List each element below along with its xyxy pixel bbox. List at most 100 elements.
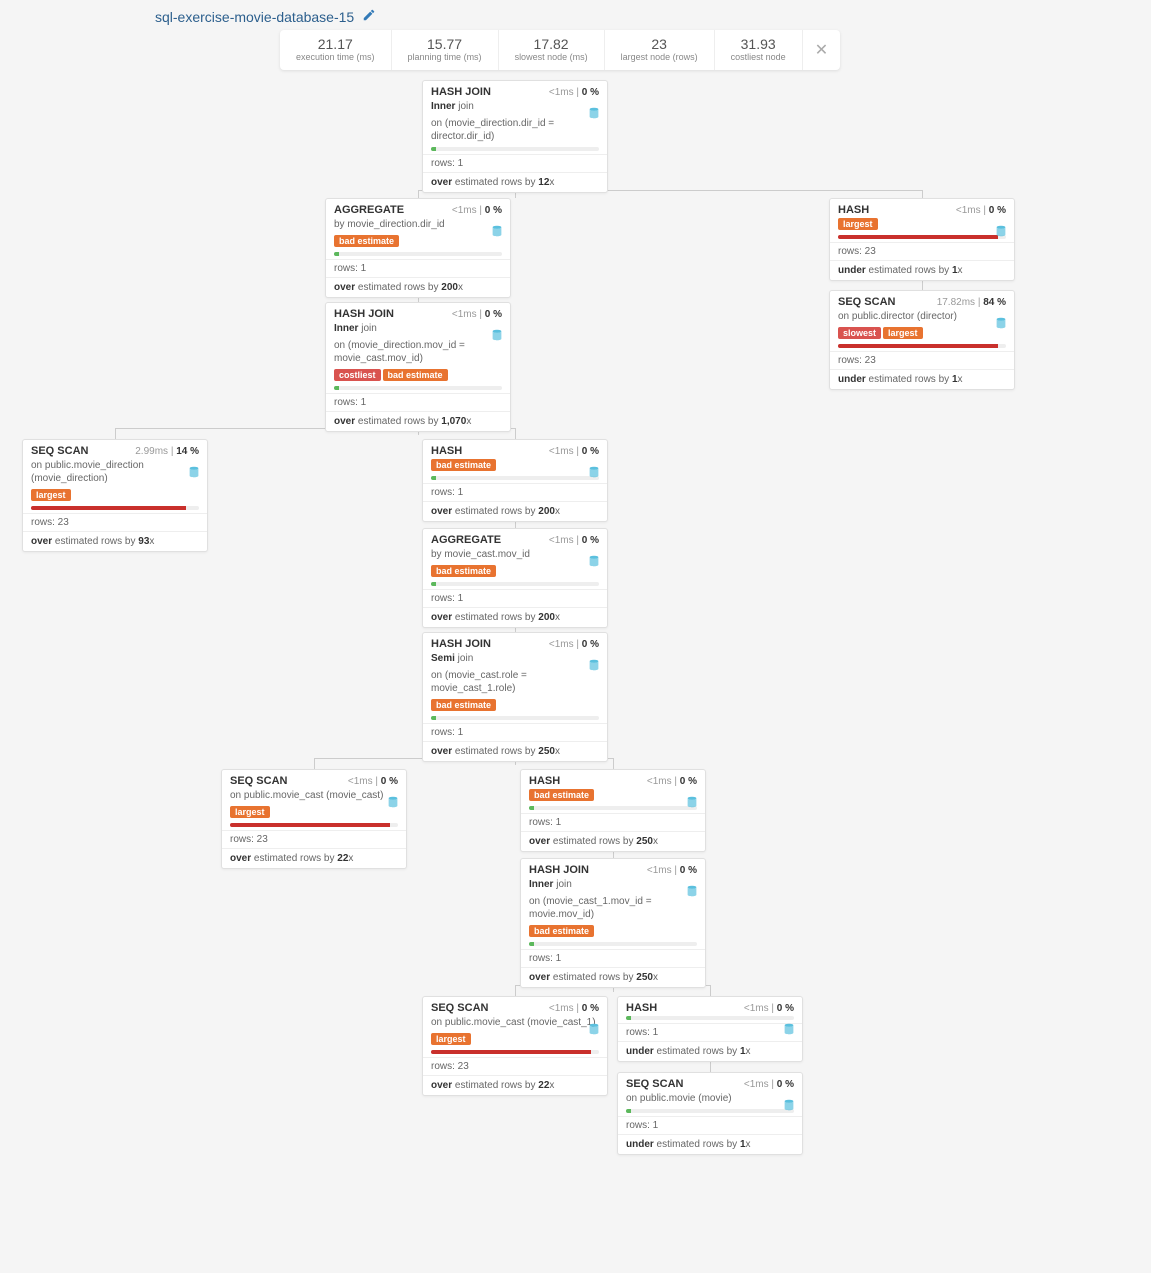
database-icon — [687, 796, 697, 808]
node-tags: bad estimate — [521, 789, 705, 806]
tag: costliest — [334, 369, 381, 381]
metric-planning-time: 15.77planning time (ms) — [392, 30, 499, 70]
node-timing: <1ms | 0 % — [549, 535, 599, 546]
database-icon — [687, 885, 697, 897]
node-rows: rows: 1 — [423, 154, 607, 172]
database-icon — [996, 317, 1006, 329]
database-icon — [388, 796, 398, 808]
plan-node-aggregate[interactable]: AGGREGATE<1ms | 0 %by movie_direction.di… — [325, 198, 511, 298]
node-title: SEQ SCAN — [838, 296, 895, 308]
metrics-bar: 21.17execution time (ms) 15.77planning t… — [280, 30, 840, 70]
node-progress — [423, 716, 607, 723]
node-title: HASH JOIN — [334, 308, 394, 320]
node-title: SEQ SCAN — [31, 445, 88, 457]
node-subtitle: Inner join — [326, 322, 510, 339]
node-subtitle: by movie_direction.dir_id — [326, 218, 510, 235]
tag: largest — [883, 327, 923, 339]
tag: largest — [230, 806, 270, 818]
tag: bad estimate — [334, 235, 399, 247]
tag: bad estimate — [529, 789, 594, 801]
plan-node-hash[interactable]: HASH<1ms | 0 %largestrows: 23under estim… — [829, 198, 1015, 281]
node-timing: <1ms | 0 % — [744, 1003, 794, 1014]
database-icon — [589, 107, 599, 119]
tag: largest — [838, 218, 878, 230]
node-title: SEQ SCAN — [626, 1078, 683, 1090]
node-progress — [23, 506, 207, 513]
node-timing: <1ms | 0 % — [744, 1079, 794, 1090]
node-tags: bad estimate — [521, 925, 705, 942]
database-icon — [589, 555, 599, 567]
node-title: SEQ SCAN — [431, 1002, 488, 1014]
node-rows: rows: 1 — [521, 949, 705, 967]
node-subtitle: on public.movie_cast (movie_cast) — [222, 789, 406, 806]
node-estimate: over estimated rows by 22x — [222, 848, 406, 868]
node-tags: slowestlargest — [830, 327, 1014, 344]
plan-title-bar: sql-exercise-movie-database-15 — [155, 8, 376, 25]
plan-node-hash-join-root[interactable]: HASH JOIN<1ms | 0 %Inner joinon (movie_d… — [422, 80, 608, 193]
node-rows: rows: 23 — [222, 830, 406, 848]
node-progress — [830, 344, 1014, 351]
plan-node-hash[interactable]: HASH<1ms | 0 %bad estimaterows: 1over es… — [422, 439, 608, 522]
plan-node-aggregate[interactable]: AGGREGATE<1ms | 0 %by movie_cast.mov_idb… — [422, 528, 608, 628]
node-tags: costliestbad estimate — [326, 369, 510, 386]
node-tags: bad estimate — [326, 235, 510, 252]
node-estimate: over estimated rows by 93x — [23, 531, 207, 551]
node-title: SEQ SCAN — [230, 775, 287, 787]
tag: largest — [431, 1033, 471, 1045]
node-progress — [423, 147, 607, 154]
tag: largest — [31, 489, 71, 501]
metric-slowest-node: 17.82slowest node (ms) — [499, 30, 605, 70]
plan-node-hash[interactable]: HASH<1ms | 0 %rows: 1under estimated row… — [617, 996, 803, 1062]
edit-icon[interactable] — [362, 8, 376, 25]
node-progress — [521, 942, 705, 949]
node-title: HASH — [529, 775, 560, 787]
node-estimate: over estimated rows by 22x — [423, 1075, 607, 1095]
node-condition: on (movie_cast_1.mov_id = movie.mov_id) — [521, 895, 705, 925]
plan-node-seq-scan-movie-direction[interactable]: SEQ SCAN2.99ms | 14 %on public.movie_dir… — [22, 439, 208, 552]
close-icon[interactable]: ✕ — [803, 30, 840, 70]
node-title: HASH JOIN — [431, 86, 491, 98]
node-estimate: over estimated rows by 250x — [423, 741, 607, 761]
node-title: HASH — [431, 445, 462, 457]
plan-node-hash-join[interactable]: HASH JOIN<1ms | 0 %Semi joinon (movie_ca… — [422, 632, 608, 762]
node-rows: rows: 23 — [423, 1057, 607, 1075]
node-tags: bad estimate — [423, 699, 607, 716]
plan-node-hash-join[interactable]: HASH JOIN<1ms | 0 %Inner joinon (movie_c… — [520, 858, 706, 988]
plan-node-seq-scan-director[interactable]: SEQ SCAN17.82ms | 84 %on public.director… — [829, 290, 1015, 390]
node-timing: <1ms | 0 % — [452, 205, 502, 216]
node-estimate: under estimated rows by 1x — [830, 369, 1014, 389]
node-rows: rows: 23 — [830, 242, 1014, 260]
node-title: HASH JOIN — [431, 638, 491, 650]
database-icon — [589, 659, 599, 671]
node-rows: rows: 1 — [618, 1116, 802, 1134]
node-rows: rows: 23 — [830, 351, 1014, 369]
tag: bad estimate — [431, 565, 496, 577]
node-subtitle: on public.movie (movie) — [618, 1092, 802, 1109]
tag: bad estimate — [529, 925, 594, 937]
node-subtitle: on public.movie_cast (movie_cast_1) — [423, 1016, 607, 1033]
database-icon — [189, 466, 199, 478]
node-timing: 17.82ms | 84 % — [937, 297, 1006, 308]
tag: bad estimate — [431, 459, 496, 471]
node-subtitle: Inner join — [423, 100, 607, 117]
plan-node-seq-scan-movie[interactable]: SEQ SCAN <1ms | 0 % on public.movie (movie… — [617, 1072, 803, 1155]
node-estimate: over estimated rows by 200x — [423, 501, 607, 521]
node-condition: on (movie_direction.dir_id = director.di… — [423, 117, 607, 147]
metric-costliest-node: 31.93costliest node — [715, 30, 803, 70]
plan-node-seq-scan-movie-cast[interactable]: SEQ SCAN<1ms | 0 %on public.movie_cast (… — [221, 769, 407, 869]
node-estimate: over estimated rows by 250x — [521, 967, 705, 987]
node-tags: bad estimate — [423, 459, 607, 476]
tag: bad estimate — [431, 699, 496, 711]
node-tags: largest — [23, 489, 207, 506]
plan-node-hash[interactable]: HASH<1ms | 0 %bad estimaterows: 1over es… — [520, 769, 706, 852]
node-estimate: under estimated rows by 1x — [618, 1041, 802, 1061]
plan-node-seq-scan-movie-cast-1[interactable]: SEQ SCAN <1ms | 0 % on public.movie_cast (… — [422, 996, 608, 1096]
node-timing: <1ms | 0 % — [549, 1003, 599, 1014]
node-subtitle: by movie_cast.mov_id — [423, 548, 607, 565]
node-progress — [618, 1109, 802, 1116]
metric-execution-time: 21.17execution time (ms) — [280, 30, 392, 70]
node-subtitle: Inner join — [521, 878, 705, 895]
node-rows: rows: 1 — [423, 723, 607, 741]
plan-node-hash-join[interactable]: HASH JOIN<1ms | 0 %Inner joinon (movie_d… — [325, 302, 511, 432]
database-icon — [589, 1023, 599, 1035]
